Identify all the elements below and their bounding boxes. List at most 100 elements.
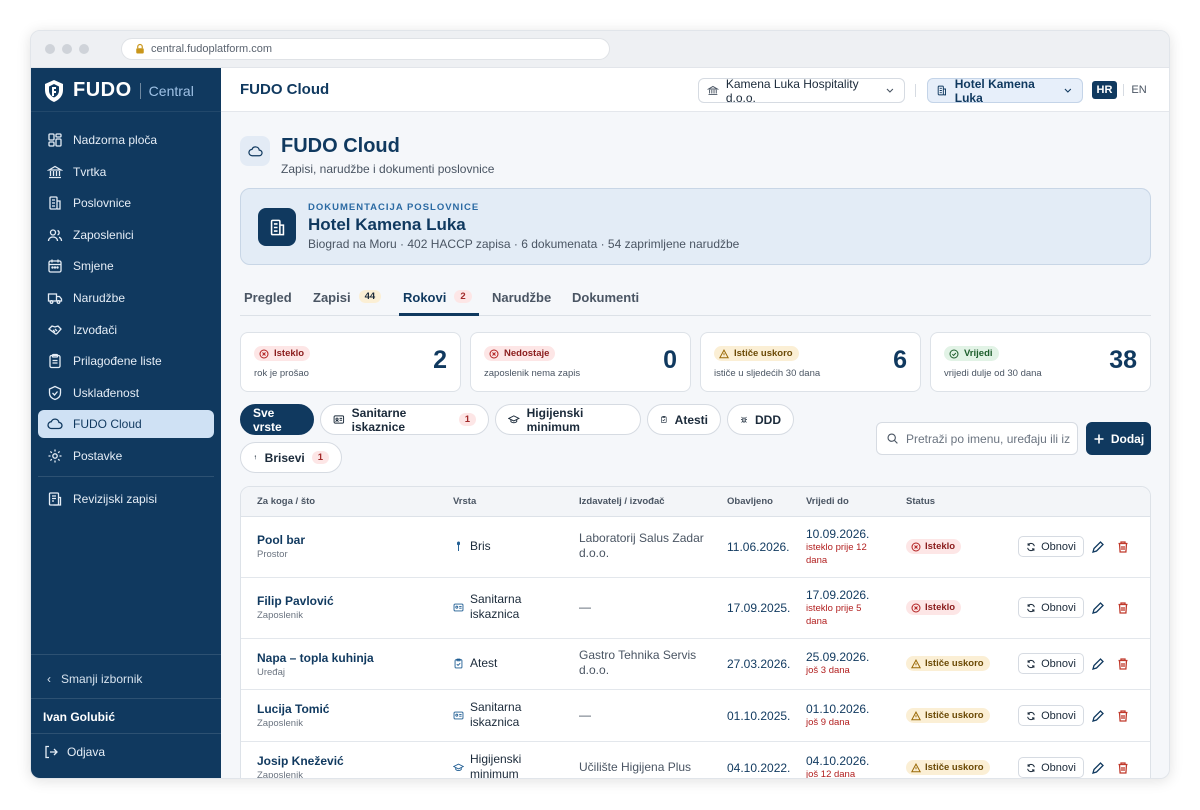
collapse-menu-button[interactable]: ‹ Smanji izbornik (31, 665, 221, 693)
row-valid-until: 10.09.2026. isteklo prije 12 dana (806, 527, 869, 567)
topbar-title: FUDO Cloud (240, 81, 330, 98)
table-row[interactable]: Josip Knežević Zaposlenik Higijenski min… (241, 742, 1150, 779)
row-type-label: Higijenski (470, 752, 522, 766)
gear-icon (48, 449, 62, 463)
sidebar-item-locations[interactable]: Poslovnice (38, 189, 214, 217)
table-row[interactable]: Pool bar Prostor Bris Laboratorij Salus … (241, 517, 1150, 578)
column-header[interactable]: Izdavatelj / izvođač (579, 496, 665, 507)
browser-chrome: central.fudoplatform.com (31, 31, 1169, 68)
row-type-label: Sanitarna (470, 592, 522, 606)
sidebar-item-shifts[interactable]: Smjene (38, 252, 214, 280)
tab-count-badge: 2 (454, 290, 472, 303)
tab-documents[interactable]: Dokumenti (572, 288, 639, 316)
clipboard-icon (49, 354, 61, 369)
sidebar-item-audit-log[interactable]: Revizijski zapisi (38, 485, 214, 513)
trash-icon[interactable] (1116, 601, 1130, 615)
row-relative-time: još 3 dana (806, 665, 850, 676)
column-header[interactable]: Status (906, 496, 935, 507)
trash-icon[interactable] (1116, 657, 1130, 671)
column-header[interactable]: Obavljeno (727, 496, 773, 507)
column-header[interactable]: Vrsta (453, 496, 476, 507)
row-relative-time: još 12 dana (806, 769, 856, 779)
stat-card-valid[interactable]: Vrijedi vrijedi dulje od 30 dana 38 (930, 332, 1151, 392)
maximize-dot[interactable] (79, 44, 89, 54)
brand-divider (139, 82, 141, 99)
row-valid-date: 01.10.2026. (806, 702, 870, 716)
logout-button[interactable]: Odjava (43, 744, 105, 760)
tab-overview[interactable]: Pregled (244, 288, 292, 316)
status-badge: Isteklo (906, 600, 962, 615)
sidebar-divider (38, 475, 214, 477)
renew-button[interactable]: Obnovi (1018, 705, 1084, 726)
sidebar-item-compliance[interactable]: Usklađenost (38, 379, 214, 407)
refresh-icon (1027, 659, 1035, 668)
table-row[interactable]: Lucija Tomić Zaposlenik Sanitarna iskazn… (241, 690, 1150, 742)
language-en-button[interactable]: EN (1130, 81, 1148, 99)
row-type: Sanitarna iskaznica (453, 700, 521, 730)
refresh-icon (1027, 542, 1035, 551)
filter-chip-hygiene-minimum[interactable]: Higijenski minimum (495, 404, 641, 435)
filter-chip-all[interactable]: Sve vrste (240, 404, 314, 435)
row-issuer-line: d.o.o. (579, 663, 610, 677)
address-bar[interactable]: central.fudoplatform.com (121, 38, 610, 60)
table-row[interactable]: Napa – topla kuhinja Uređaj Atest Gastro… (241, 639, 1150, 690)
tab-records[interactable]: Zapisi 44 (313, 288, 382, 316)
edit-icon[interactable] (1091, 657, 1105, 671)
row-name: Filip Pavlović (257, 594, 334, 608)
chip-label: Higijenski minimum (526, 405, 584, 434)
table-row[interactable]: Filip Pavlović Zaposlenik Sanitarna iska… (241, 578, 1150, 639)
language-hr-button[interactable]: HR (1092, 81, 1117, 99)
edit-icon[interactable] (1091, 540, 1105, 554)
edit-icon[interactable] (1091, 761, 1105, 775)
filter-chip-certificates[interactable]: Atesti (647, 404, 721, 435)
trash-icon[interactable] (1116, 709, 1130, 723)
row-type: Bris (453, 539, 491, 554)
sidebar-item-contractors[interactable]: Izvođači (38, 316, 214, 344)
filter-chip-sanitary-cards[interactable]: Sanitarne iskaznice 1 (320, 404, 489, 435)
stat-card-missing[interactable]: Nedostaje zaposlenik nema zapis 0 (470, 332, 691, 392)
sidebar-item-label: Usklađenost (73, 385, 140, 400)
edit-icon[interactable] (1091, 709, 1105, 723)
renew-button[interactable]: Obnovi (1018, 536, 1084, 557)
hotel-select[interactable]: Hotel Kamena Luka (927, 77, 1083, 105)
renew-button[interactable]: Obnovi (1018, 597, 1084, 618)
search-input[interactable]: Pretraži po imenu, uređaju ili iz (876, 422, 1078, 455)
sidebar-item-employees[interactable]: Zaposlenici (38, 221, 214, 249)
sidebar-item-label: Poslovnice (73, 196, 132, 211)
filter-chip-swabs[interactable]: Brisevi 1 (240, 442, 342, 473)
sidebar-item-label: Izvođači (73, 322, 118, 337)
sidebar-item-company[interactable]: Tvrtka (38, 158, 214, 186)
row-issuer: — (579, 600, 709, 615)
close-dot[interactable] (45, 44, 55, 54)
sidebar-item-fudo-cloud[interactable]: FUDO Cloud (38, 410, 214, 439)
brand-logo-text: FUDO (73, 79, 132, 101)
stat-card-expired[interactable]: Isteklo rok je prošao 2 (240, 332, 461, 392)
trash-icon[interactable] (1116, 540, 1130, 554)
sidebar-item-orders[interactable]: Narudžbe (38, 284, 214, 312)
tab-deadlines[interactable]: Rokovi 2 (399, 288, 479, 316)
handshake-icon (48, 324, 62, 335)
sidebar-item-dashboard[interactable]: Nadzorna ploča (38, 126, 214, 154)
clipboard-check-icon (661, 416, 667, 423)
tab-orders[interactable]: Narudžbe (492, 288, 551, 316)
page-icon (240, 136, 270, 166)
add-button[interactable]: Dodaj (1086, 422, 1151, 455)
language-divider (1123, 84, 1124, 96)
trash-icon[interactable] (1116, 761, 1130, 775)
brand[interactable]: FUDO Central (31, 70, 221, 112)
filter-chip-ddd[interactable]: DDD (727, 404, 794, 435)
renew-button[interactable]: Obnovi (1018, 757, 1084, 778)
row-relative-time: dana (806, 555, 828, 566)
column-header[interactable]: Vrijedi do (806, 496, 849, 507)
swab-icon (456, 541, 461, 551)
clipboard-check-icon (454, 658, 463, 669)
renew-button[interactable]: Obnovi (1018, 653, 1084, 674)
minimize-dot[interactable] (62, 44, 72, 54)
warning-icon (719, 348, 729, 358)
column-header[interactable]: Za koga / što (257, 496, 315, 507)
sidebar-item-custom-lists[interactable]: Prilagođene liste (38, 347, 214, 375)
company-select[interactable]: Kamena Luka Hospitality d.o.o. (698, 77, 905, 105)
edit-icon[interactable] (1091, 601, 1105, 615)
stat-card-expiring-soon[interactable]: Ističe uskoro ističe u sljedećih 30 dana… (700, 332, 921, 392)
sidebar-item-settings[interactable]: Postavke (38, 442, 214, 470)
